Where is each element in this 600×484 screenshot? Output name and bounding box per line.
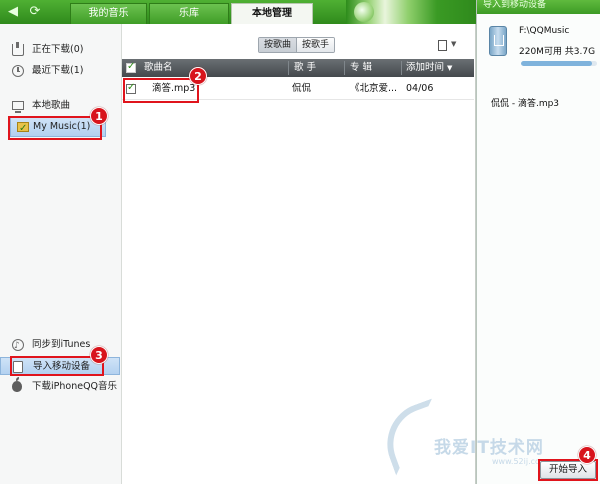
sidebar-item-recent-downloads[interactable]: 最近下载(1)	[0, 62, 120, 80]
usb-drive-icon	[489, 26, 507, 56]
device-space: 220M可用 共3.7G	[519, 47, 596, 57]
leaf-decoration	[354, 2, 374, 22]
step-badge-2: 2	[189, 67, 207, 85]
sort-by-artist-button[interactable]: 按歌手	[296, 38, 335, 52]
table-header: 歌曲名 歌 手 专 辑 添加时间▼	[122, 59, 474, 77]
device-path: F:\QQMusic	[519, 26, 570, 36]
banner-image	[346, 0, 476, 24]
highlight-box-2	[123, 78, 199, 103]
sidebar-item-downloading[interactable]: 正在下载(0)	[0, 41, 120, 59]
capacity-bar-fill	[521, 61, 593, 66]
column-added-label: 添加时间	[406, 62, 445, 73]
sidebar-item-label: 下载iPhoneQQ音乐	[32, 381, 118, 392]
download-icon	[12, 42, 24, 56]
chevron-down-icon[interactable]: ▼	[451, 40, 456, 48]
document-icon[interactable]	[438, 40, 447, 51]
step-badge-3: 3	[90, 346, 108, 364]
sort-desc-icon: ▼	[447, 64, 453, 72]
monitor-icon	[12, 101, 24, 113]
step-badge-1: 1	[90, 107, 108, 125]
sort-toggle: 按歌曲 按歌手	[258, 37, 336, 53]
column-divider	[401, 61, 402, 75]
column-added-time[interactable]: 添加时间 ▼	[406, 59, 452, 77]
sidebar-item-label: 最近下载(1)	[32, 65, 84, 76]
apple-icon	[12, 377, 22, 392]
step-badge-4: 4	[578, 446, 596, 464]
sidebar-item-label: 正在下载(0)	[32, 44, 84, 55]
cell-album: 《北京爱...	[350, 83, 398, 94]
column-album[interactable]: 专 辑	[350, 59, 372, 77]
capacity-bar	[521, 61, 597, 66]
sidebar-item-download-iphone[interactable]: 下载iPhoneQQ音乐	[0, 377, 120, 396]
panel-title: 导入到移动设备	[477, 0, 600, 14]
cell-artist: 侃侃	[292, 83, 312, 94]
back-icon[interactable]: ◀	[4, 3, 22, 21]
select-all-checkbox[interactable]	[126, 61, 136, 73]
import-device-panel: 导入到移动设备 F:\QQMusic 220M可用 共3.7G 侃侃 - 滴答.…	[476, 0, 600, 484]
top-tab-bar: ◀ ⟳ 我的音乐 乐库 本地管理	[0, 0, 476, 24]
cell-added-time: 04/06	[406, 83, 434, 94]
sidebar: 正在下载(0) 最近下载(1) 本地歌曲 My Music(1) 同步到iTun…	[0, 24, 122, 484]
highlight-box-3	[10, 356, 104, 376]
column-divider	[288, 61, 289, 75]
sidebar-item-label: 同步到iTunes	[32, 339, 91, 350]
column-divider	[344, 61, 345, 75]
tab-library[interactable]: 乐库	[149, 3, 229, 24]
sidebar-section-label: 本地歌曲	[32, 100, 71, 111]
tab-my-music[interactable]: 我的音乐	[70, 3, 147, 24]
column-song[interactable]: 歌曲名	[144, 59, 173, 77]
column-artist[interactable]: 歌 手	[294, 59, 316, 77]
sort-by-song-button[interactable]: 按歌曲	[259, 38, 297, 52]
clock-icon	[12, 65, 24, 77]
tab-local-manage[interactable]: 本地管理	[231, 3, 313, 24]
import-file-item[interactable]: 侃侃 - 滴答.mp3	[491, 96, 559, 109]
refresh-icon[interactable]: ⟳	[26, 3, 44, 21]
highlight-box-1	[8, 116, 102, 140]
itunes-icon	[12, 337, 24, 355]
